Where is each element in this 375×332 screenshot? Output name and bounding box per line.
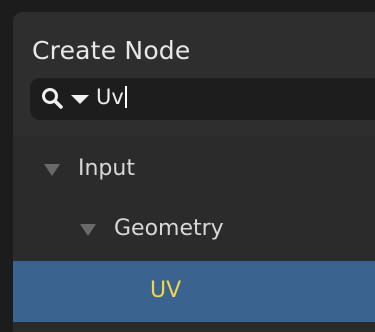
tree-item-label: Geometry bbox=[114, 216, 224, 241]
tree-item-label: UV bbox=[150, 278, 182, 303]
search-field[interactable]: Uv bbox=[30, 78, 375, 120]
tree-item-input[interactable]: Input bbox=[13, 140, 375, 200]
chevron-down-icon[interactable] bbox=[70, 90, 90, 108]
tree-item-label: Input bbox=[78, 156, 135, 181]
tree-item-geometry[interactable]: Geometry bbox=[13, 200, 375, 260]
search-icon[interactable] bbox=[41, 87, 63, 109]
create-node-popup: Create Node Uv Input Geometry UV bbox=[13, 12, 375, 332]
popup-title: Create Node bbox=[32, 36, 191, 65]
editor-background: Create Node Uv Input Geometry UV bbox=[0, 0, 375, 332]
node-category-list: Input Geometry UV bbox=[13, 136, 375, 332]
search-input[interactable]: Uv bbox=[96, 85, 127, 109]
triangle-down-icon[interactable] bbox=[80, 223, 96, 237]
popup-header: Create Node Uv bbox=[13, 12, 375, 136]
search-input-value: Uv bbox=[96, 85, 124, 109]
text-caret bbox=[124, 86, 127, 108]
triangle-down-icon[interactable] bbox=[44, 163, 60, 177]
tree-item-uv[interactable]: UV bbox=[13, 261, 375, 322]
